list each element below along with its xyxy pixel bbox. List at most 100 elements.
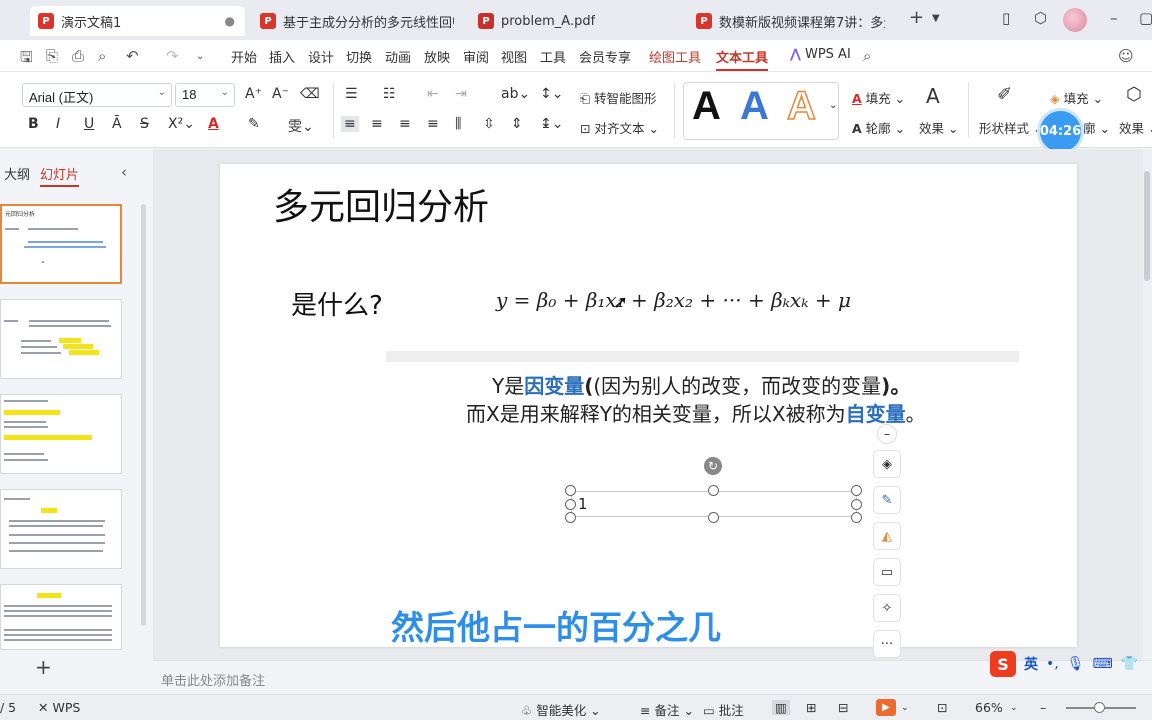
highlight-icon[interactable]: ✎ (248, 116, 260, 132)
fit-window-icon[interactable]: ⊡ (937, 700, 947, 715)
chat-icon[interactable]: ☺ (1118, 47, 1134, 65)
resize-handle[interactable] (851, 499, 862, 510)
align-text-button[interactable]: ⊡ 对齐文本 ⌄ (580, 118, 659, 137)
shape-fill-button[interactable]: ◈ 填充 ⌄ (1050, 88, 1103, 107)
more-options-icon[interactable]: ··· (873, 630, 901, 658)
convert-smartart-button[interactable]: ⎗ 转智能图形 (580, 88, 657, 107)
strikethrough-icon[interactable]: S (140, 116, 149, 132)
shape-effect-button[interactable]: 效果 ⌄ (1119, 118, 1152, 137)
chevron-down-icon[interactable]: ▼ (932, 13, 940, 24)
bold-icon[interactable]: B (28, 116, 39, 132)
shape-style-icon[interactable]: ✐ (997, 84, 1012, 105)
text-fill-button[interactable]: A 填充 ⌄ (852, 88, 905, 107)
resize-handle[interactable] (565, 485, 576, 496)
menu-view[interactable]: 视图 (501, 47, 527, 66)
new-tab-plus-icon[interactable]: + (909, 7, 924, 28)
shape-style-button[interactable]: 形状样式 ⌄ (979, 118, 1043, 137)
increase-font-icon[interactable]: A⁺ (245, 86, 262, 102)
menu-design[interactable]: 设计 (308, 47, 334, 66)
text-effect-button[interactable]: 效果 ⌄ (919, 118, 958, 137)
recording-timer-badge[interactable]: 04:26 (1037, 108, 1084, 155)
play-slideshow-icon[interactable]: ▶ (876, 699, 896, 716)
smart-beautify-button[interactable]: ♧ 智能美化 ⌄ (521, 700, 601, 719)
cube-icon[interactable]: ⬡ (1034, 9, 1047, 27)
definition-line-1[interactable]: Y是因变量((因为别人的改变，而改变的变量)。 (492, 370, 910, 399)
art-style-orange[interactable]: A (786, 85, 816, 127)
strikethrough-a-icon[interactable]: Ā (112, 116, 122, 132)
resize-handle[interactable] (708, 485, 719, 496)
undo-icon[interactable]: ↶ (126, 47, 139, 65)
art-style-blue[interactable]: A (740, 86, 769, 126)
panel-scrollbar[interactable] (141, 204, 146, 626)
text-direction-icon[interactable]: ab⌄ (501, 86, 530, 102)
slide-question[interactable]: 是什么? (291, 285, 383, 322)
menu-wps-ai[interactable]: ⋀ WPS AI (790, 47, 851, 62)
rotate-handle-icon[interactable]: ↻ (704, 457, 722, 475)
tab-problem-a-pdf[interactable]: P problem_A.pdf (470, 6, 680, 36)
canvas-scrollbar[interactable] (1143, 149, 1152, 660)
distribute-icon[interactable]: ⫼ (455, 116, 461, 132)
line-spacing-icon[interactable]: ↕⌄ (540, 86, 563, 102)
play-options-chevron-icon[interactable]: ⌄ (901, 703, 909, 713)
bullet-list-icon[interactable]: ☰ (345, 86, 358, 102)
menu-review[interactable]: 审阅 (463, 47, 489, 66)
normal-view-icon[interactable]: ▥ (772, 700, 790, 715)
print-icon[interactable]: ⎙ (72, 47, 84, 65)
zoom-level[interactable]: 66% (975, 700, 1003, 715)
underline-icon[interactable]: U (84, 116, 94, 132)
menu-member[interactable]: 会员专享 (579, 47, 631, 66)
layers-icon[interactable]: ◈ (873, 450, 901, 478)
add-slide-icon[interactable]: + (35, 655, 52, 679)
menu-animation[interactable]: 动画 (385, 47, 411, 66)
minimize-icon[interactable]: – (1110, 9, 1118, 27)
resize-handle[interactable] (851, 512, 862, 523)
font-name-select[interactable]: Arial (正文) ⌄ (22, 83, 172, 107)
menu-transition[interactable]: 切换 (346, 47, 372, 66)
save-icon[interactable]: 🖫 (20, 47, 33, 72)
user-avatar[interactable] (1063, 8, 1087, 32)
maximize-icon[interactable]: ▢ (1139, 9, 1152, 27)
number-list-icon[interactable]: ☷ (383, 86, 396, 102)
ime-toolbar[interactable]: S 英 •, 🎙 ⌨ 👕 (990, 651, 1138, 677)
search-icon[interactable]: ⌕ (863, 47, 871, 65)
reading-view-icon[interactable]: ⊟ (838, 700, 848, 715)
resize-handle[interactable] (565, 499, 576, 510)
tab-pca-regression[interactable]: P 基于主成分分析的多元线性回归 (252, 6, 464, 36)
more-chevron-icon[interactable]: ⌄ (196, 51, 204, 62)
resize-handle[interactable] (851, 485, 862, 496)
align-right-icon[interactable]: ≡ (399, 116, 411, 132)
superscript-icon[interactable]: X²⌄ (168, 116, 195, 132)
notes-toggle-button[interactable]: ≡ 备注 ⌄ (640, 700, 694, 719)
zoom-chevron-icon[interactable]: ⌄ (1010, 703, 1018, 713)
tab-outline[interactable]: 大纲 (4, 164, 30, 183)
export-icon[interactable]: ⎘ (46, 47, 58, 65)
outline-icon[interactable]: ▭ (873, 558, 901, 586)
redo-icon[interactable]: ↷ (166, 47, 179, 65)
resize-handle[interactable] (708, 512, 719, 523)
magic-tools-icon[interactable]: ✧ (873, 594, 901, 622)
collapse-panel-icon[interactable]: ‹ (121, 163, 127, 181)
justify-icon[interactable]: ≡ (427, 116, 439, 132)
text-effect-icon[interactable]: A (926, 84, 940, 108)
definition-line-2[interactable]: 而X是用来解释Y的相关变量，所以X被称为自变量。 (466, 398, 926, 427)
shape-effect-icon[interactable]: ⬡ (1126, 84, 1142, 105)
menu-tools[interactable]: 工具 (540, 47, 566, 66)
fill-icon[interactable]: ◭ (873, 522, 901, 550)
tab-presentation1[interactable]: P 演示文稿1 ● (30, 6, 245, 36)
scrollbar-thumb[interactable] (1144, 171, 1150, 281)
menu-home[interactable]: 开始 (231, 47, 257, 66)
print-preview-icon[interactable]: ⌕ (98, 47, 106, 65)
decrease-indent-icon[interactable]: ⇤ (427, 86, 439, 102)
art-style-black[interactable]: A (692, 86, 721, 126)
slide-thumbnail-2[interactable] (0, 299, 122, 379)
paragraph-spacing-icon[interactable]: ⇳ (483, 116, 495, 132)
align-center-icon[interactable]: ≡ (371, 116, 383, 132)
slide-sorter-icon[interactable]: ⊞ (806, 700, 816, 715)
wps-status-button[interactable]: ✕ WPS (38, 700, 80, 715)
slide-thumbnail-4[interactable] (0, 489, 122, 569)
tab-course-lecture7[interactable]: P 数模新版视频课程第7讲：多元线 (688, 6, 895, 36)
font-color-icon[interactable]: A (208, 116, 219, 132)
pen-icon[interactable]: ✎ (873, 486, 901, 514)
align-left-icon[interactable]: ≡ (341, 116, 359, 132)
gallery-more-icon[interactable]: ⌄ (829, 100, 837, 111)
